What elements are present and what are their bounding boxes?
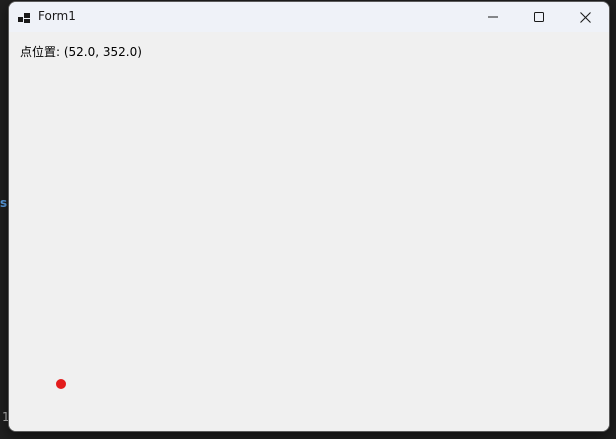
- desktop-background: s 1 Form1 点位置: (52.0, 352.0): [0, 0, 616, 439]
- form-window: Form1 点位置: (52.0, 352.0): [8, 1, 610, 432]
- window-title: Form1: [38, 9, 76, 23]
- close-button[interactable]: [562, 2, 608, 32]
- point-position-label: 点位置: (52.0, 352.0): [20, 45, 142, 59]
- minimize-icon: [488, 16, 498, 18]
- title-bar[interactable]: Form1: [9, 2, 609, 32]
- app-window-icon: [18, 10, 30, 23]
- maximize-button[interactable]: [516, 2, 562, 32]
- background-window-fragment: s: [0, 196, 8, 210]
- client-area[interactable]: 点位置: (52.0, 352.0): [9, 32, 609, 431]
- minimize-button[interactable]: [470, 2, 516, 32]
- maximize-icon: [534, 12, 544, 22]
- red-point-marker[interactable]: [56, 379, 66, 389]
- close-icon: [579, 11, 591, 23]
